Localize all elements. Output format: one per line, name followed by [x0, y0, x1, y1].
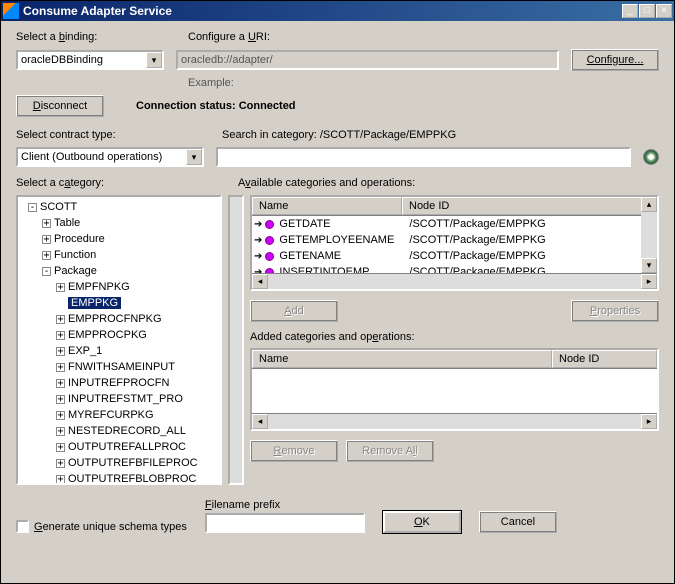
- available-label: Available categories and operations:: [238, 177, 415, 189]
- tree-node-pkg[interactable]: +NESTEDRECORD_ALL: [56, 423, 218, 439]
- disconnect-button[interactable]: Disconnect: [16, 95, 104, 117]
- tree-node-pkg[interactable]: EMPPKG: [56, 295, 218, 311]
- search-input[interactable]: [216, 147, 631, 167]
- close-button[interactable]: ×: [656, 4, 672, 18]
- tree-node-pkg[interactable]: +INPUTREFSTMT_PRO: [56, 391, 218, 407]
- binding-select[interactable]: [16, 50, 164, 70]
- tree-node-pkg[interactable]: +MYREFCURPKG: [56, 407, 218, 423]
- tree-node-pkg[interactable]: +FNWITHSAMEINPUT: [56, 359, 218, 375]
- tree-node-pkg[interactable]: +EMPPROCFNPKG: [56, 311, 218, 327]
- tree-expander[interactable]: -: [28, 203, 37, 212]
- search-go-icon[interactable]: ➜: [643, 149, 659, 165]
- tree-node-function[interactable]: +Function: [42, 247, 218, 263]
- generate-unique-check[interactable]: Generate unique schema types: [16, 520, 187, 533]
- col-nodeid[interactable]: Node ID: [552, 350, 657, 368]
- minimize-button[interactable]: _: [622, 4, 638, 18]
- col-nodeid[interactable]: Node ID: [402, 197, 657, 215]
- select-category-label: Select a category:: [16, 177, 226, 189]
- tree-node-pkg[interactable]: +OUTPUTREFBFILEPROC: [56, 455, 218, 471]
- col-name[interactable]: Name: [252, 197, 402, 215]
- uri-field: [176, 50, 559, 70]
- tree-node-pkg[interactable]: +OUTPUTREFALLPROC: [56, 439, 218, 455]
- binding-dropdown-button[interactable]: ▾: [146, 52, 162, 68]
- select-contract-label: Select contract type:: [16, 129, 212, 141]
- list-scrollbar-h[interactable]: ◂▸: [252, 273, 657, 289]
- remove-all-button[interactable]: Remove All: [346, 440, 434, 462]
- connection-status: Connection status: Connected: [136, 100, 296, 112]
- window-title: Consume Adapter Service: [23, 4, 622, 18]
- list-item[interactable]: ➔GETEMPLOYEENAME/SCOTT/Package/EMPPKG: [252, 232, 657, 248]
- tree-node-pkg[interactable]: +EMPPROCPKG: [56, 327, 218, 343]
- search-in-category-label: Search in category: /SCOTT/Package/EMPPK…: [222, 129, 456, 141]
- generate-unique-label: Generate unique schema types: [34, 521, 187, 533]
- available-list[interactable]: Name Node ID ➔GETDATE/SCOTT/Package/EMPP…: [250, 195, 659, 291]
- tree-scrollbar[interactable]: [228, 195, 244, 485]
- maximize-button[interactable]: □: [639, 4, 655, 18]
- tree-node-pkg[interactable]: +OUTPUTREFBLOBPROC: [56, 471, 218, 485]
- operation-icon: [264, 251, 274, 261]
- ok-button[interactable]: OK: [383, 511, 461, 533]
- configure-uri-label: Configure a URI:: [188, 31, 557, 43]
- properties-button[interactable]: Properties: [571, 300, 659, 322]
- tree-node-pkg[interactable]: +INPUTREFPROCFN: [56, 375, 218, 391]
- contract-dropdown-button[interactable]: ▾: [186, 149, 202, 165]
- list-item[interactable]: ➔GETENAME/SCOTT/Package/EMPPKG: [252, 248, 657, 264]
- list-scrollbar-h[interactable]: ◂▸: [252, 413, 657, 429]
- filename-prefix-label: Filename prefix: [205, 499, 365, 511]
- cancel-button[interactable]: Cancel: [479, 511, 557, 533]
- app-icon: [3, 3, 19, 19]
- list-scrollbar-v[interactable]: ▴▾: [641, 197, 657, 273]
- configure-button[interactable]: Configure...: [571, 49, 659, 71]
- col-name[interactable]: Name: [252, 350, 552, 368]
- operation-icon: [264, 235, 274, 245]
- tree-node-package[interactable]: -Package: [42, 263, 218, 279]
- tree-node-procedure[interactable]: +Procedure: [42, 231, 218, 247]
- remove-button[interactable]: Remove: [250, 440, 338, 462]
- tree-node-table[interactable]: +Table: [42, 215, 218, 231]
- select-binding-label: Select a binding:: [16, 31, 176, 43]
- tree-node-scott[interactable]: - SCOTT: [28, 199, 218, 215]
- added-label: Added categories and operations:: [250, 331, 659, 343]
- operation-icon: [264, 219, 274, 229]
- added-list[interactable]: Name Node ID ◂▸: [250, 348, 659, 431]
- checkbox-icon[interactable]: [16, 520, 29, 533]
- category-tree[interactable]: - SCOTT +Table +Procedure +Function -Pac…: [16, 195, 222, 485]
- filename-prefix-input[interactable]: [205, 513, 365, 533]
- add-button[interactable]: Add: [250, 300, 338, 322]
- list-item[interactable]: ➔GETDATE/SCOTT/Package/EMPPKG: [252, 216, 657, 232]
- tree-node-pkg[interactable]: +EXP_1: [56, 343, 218, 359]
- example-label: Example:: [188, 77, 234, 89]
- contract-select[interactable]: [16, 147, 204, 167]
- tree-node-pkg[interactable]: +EMPFNPKG: [56, 279, 218, 295]
